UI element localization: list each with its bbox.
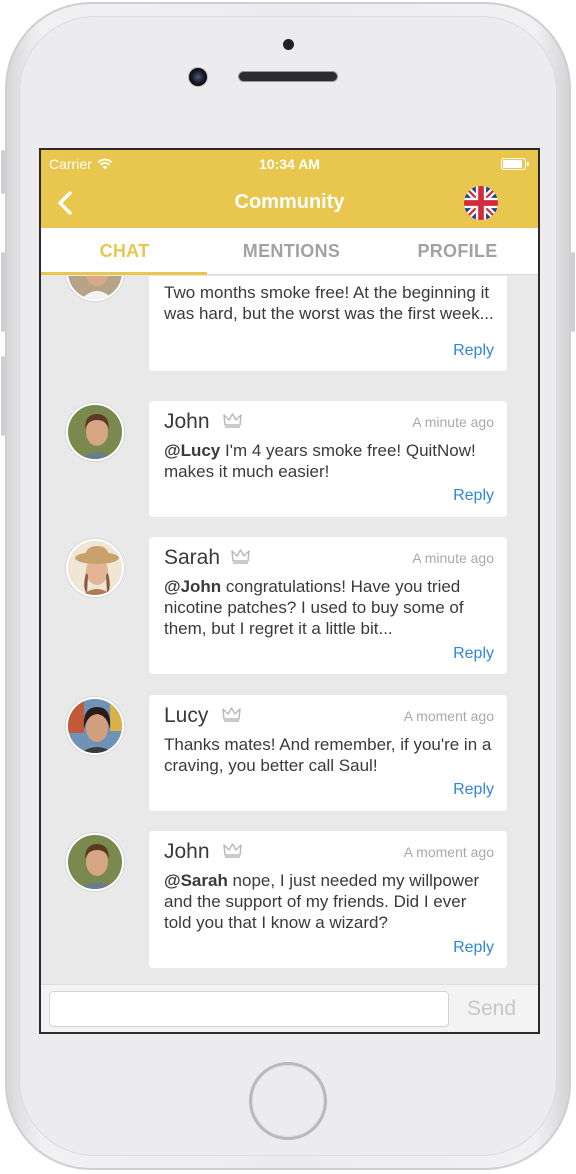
message-text: @Sarah nope, I just needed my willpower …: [164, 871, 480, 932]
message-card: Lucy A moment ago Thanks mates! And reme…: [149, 695, 507, 811]
reply-link[interactable]: Reply: [453, 487, 494, 505]
crown-icon: [231, 549, 250, 564]
reply-link[interactable]: Reply: [453, 939, 494, 957]
send-button[interactable]: Send: [467, 997, 516, 1021]
message-composer: Send: [41, 984, 538, 1032]
earpiece-speaker: [238, 71, 338, 82]
tab-bar: CHAT MENTIONS PROFILE: [41, 228, 538, 275]
message-author: John: [164, 410, 210, 433]
app-screen: Carrier 10:34 AM Community CHAT MENTIONS…: [39, 148, 540, 1034]
home-button[interactable]: [249, 1062, 327, 1140]
mute-switch: [1, 150, 5, 194]
battery-icon: [501, 158, 529, 170]
mention[interactable]: @Sarah: [164, 871, 228, 890]
message-text: Two months smoke free! At the beginning …: [164, 283, 494, 323]
message-author: John: [164, 840, 210, 863]
reply-link[interactable]: Reply: [453, 342, 494, 360]
power-button: [571, 252, 575, 332]
chat-feed[interactable]: Two months smoke free! At the beginning …: [41, 276, 538, 984]
message-timestamp: A moment ago: [403, 844, 494, 860]
reply-link[interactable]: Reply: [453, 645, 494, 663]
proximity-sensor: [283, 39, 294, 50]
message-text: @John congratulations! Have you tried ni…: [164, 577, 464, 638]
avatar[interactable]: [66, 276, 124, 301]
status-bar: Carrier 10:34 AM: [41, 150, 538, 178]
avatar[interactable]: [66, 403, 124, 461]
volume-down-button: [1, 356, 5, 436]
uk-flag-icon[interactable]: [464, 186, 498, 220]
app-header: Carrier 10:34 AM Community: [41, 150, 538, 228]
message-text: @Lucy I'm 4 years smoke free! QuitNow! m…: [164, 441, 476, 481]
nav-bar: Community: [41, 178, 538, 228]
volume-up-button: [1, 252, 5, 332]
crown-icon: [223, 413, 242, 428]
tab-chat[interactable]: CHAT: [41, 228, 208, 275]
message-author: Lucy: [164, 704, 209, 727]
front-camera: [188, 67, 208, 87]
tab-mentions[interactable]: MENTIONS: [208, 228, 375, 275]
message-card: John A moment ago @Sarah nope, I just ne…: [149, 831, 507, 968]
message-input[interactable]: [49, 991, 449, 1027]
tab-profile[interactable]: PROFILE: [374, 228, 538, 275]
status-time: 10:34 AM: [259, 156, 320, 172]
avatar[interactable]: [66, 539, 124, 597]
mention[interactable]: @Lucy: [164, 441, 220, 460]
message-timestamp: A moment ago: [403, 708, 494, 724]
avatar[interactable]: [66, 697, 124, 755]
message-author: Sarah: [164, 546, 221, 569]
message-timestamp: A minute ago: [412, 414, 494, 430]
crown-icon: [223, 843, 242, 858]
message-text: Thanks mates! And remember, if you're in…: [164, 735, 492, 775]
avatar[interactable]: [66, 833, 124, 891]
message-card: Two months smoke free! At the beginning …: [149, 276, 507, 371]
crown-icon: [222, 707, 241, 722]
message-card: John A minute ago @Lucy I'm 4 years smok…: [149, 401, 507, 517]
message-card: Sarah A minute ago @John congratulations…: [149, 537, 507, 674]
mention[interactable]: @John: [164, 577, 221, 596]
active-tab-indicator: [41, 272, 207, 275]
reply-link[interactable]: Reply: [453, 781, 494, 799]
message-timestamp: A minute ago: [412, 550, 494, 566]
